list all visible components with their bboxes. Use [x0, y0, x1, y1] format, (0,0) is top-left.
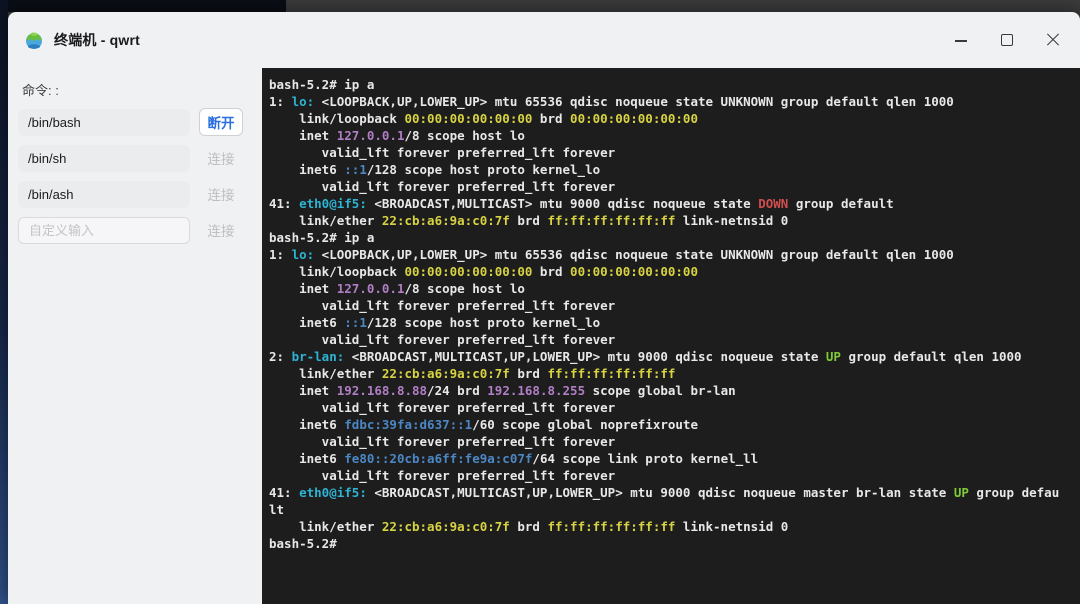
command-label: 命令: :: [22, 80, 248, 99]
terminal-line: inet 127.0.0.1/8 scope host lo: [269, 127, 1080, 144]
terminal-line: valid_lft forever preferred_lft forever: [269, 297, 1080, 314]
maximize-icon[interactable]: [1000, 33, 1014, 47]
terminal-output[interactable]: bash-5.2# ip a1: lo: <LOOPBACK,UP,LOWER_…: [262, 68, 1080, 604]
terminal-line: inet6 fe80::20cb:a6ff:fe9a:c07f/64 scope…: [269, 450, 1080, 467]
window-body: 命令: : /bin/bash 断开 /bin/sh 连接 /bin/ash 连…: [8, 68, 1080, 604]
close-icon[interactable]: [1046, 33, 1060, 47]
terminal-line: inet6 ::1/128 scope host proto kernel_lo: [269, 161, 1080, 178]
minimize-icon[interactable]: [954, 33, 968, 47]
window-title: 终端机 - qwrt: [54, 30, 140, 50]
desktop-wallpaper-edge: [0, 0, 8, 604]
desktop-background-strip: [0, 0, 286, 12]
shell-row-bash: /bin/bash 断开: [18, 108, 248, 136]
terminal-line: bash-5.2# ip a: [269, 229, 1080, 246]
custom-command-input[interactable]: [18, 217, 190, 244]
terminal-line: inet6 fdbc:39fa:d637::1/60 scope global …: [269, 416, 1080, 433]
terminal-line: valid_lft forever preferred_lft forever: [269, 178, 1080, 195]
terminal-line: inet6 ::1/128 scope host proto kernel_lo: [269, 314, 1080, 331]
terminal-line: link/ether 22:cb:a6:9a:c0:7f brd ff:ff:f…: [269, 365, 1080, 382]
terminal-line: link/ether 22:cb:a6:9a:c0:7f brd ff:ff:f…: [269, 518, 1080, 535]
terminal-line: link/loopback 00:00:00:00:00:00 brd 00:0…: [269, 110, 1080, 127]
sidebar: 命令: : /bin/bash 断开 /bin/sh 连接 /bin/ash 连…: [8, 68, 262, 604]
terminal-line: bash-5.2#: [269, 535, 1080, 552]
terminal-line: valid_lft forever preferred_lft forever: [269, 433, 1080, 450]
terminal-line: 1: lo: <LOOPBACK,UP,LOWER_UP> mtu 65536 …: [269, 93, 1080, 110]
connect-button-ash[interactable]: 连接: [199, 180, 243, 208]
terminal-line: valid_lft forever preferred_lft forever: [269, 467, 1080, 484]
terminal-line: inet 192.168.8.88/24 brd 192.168.8.255 s…: [269, 382, 1080, 399]
disconnect-button[interactable]: 断开: [199, 108, 243, 136]
shell-path-bash[interactable]: /bin/bash: [18, 109, 190, 136]
terminal-line: valid_lft forever preferred_lft forever: [269, 144, 1080, 161]
terminal-line: 41: eth0@if5: <BROADCAST,MULTICAST> mtu …: [269, 195, 1080, 212]
connect-button-custom[interactable]: 连接: [199, 216, 243, 244]
window-controls: [954, 33, 1060, 47]
terminal-line: valid_lft forever preferred_lft forever: [269, 331, 1080, 348]
shell-path-ash[interactable]: /bin/ash: [18, 181, 190, 208]
titlebar: 终端机 - qwrt: [8, 12, 1080, 68]
shell-row-sh: /bin/sh 连接: [18, 144, 248, 172]
terminal-window: 终端机 - qwrt 命令: : /bin/bash 断开 /bin/sh 连接…: [8, 12, 1080, 604]
terminal-line: inet 127.0.0.1/8 scope host lo: [269, 280, 1080, 297]
terminal-line: 2: br-lan: <BROADCAST,MULTICAST,UP,LOWER…: [269, 348, 1080, 365]
globe-terminal-icon: [24, 30, 44, 50]
terminal-line: valid_lft forever preferred_lft forever: [269, 399, 1080, 416]
connect-button-sh[interactable]: 连接: [199, 144, 243, 172]
shell-path-sh[interactable]: /bin/sh: [18, 145, 190, 172]
terminal-line: link/loopback 00:00:00:00:00:00 brd 00:0…: [269, 263, 1080, 280]
terminal-line: 1: lo: <LOOPBACK,UP,LOWER_UP> mtu 65536 …: [269, 246, 1080, 263]
shell-row-custom: 连接: [18, 216, 248, 244]
terminal-line: bash-5.2# ip a: [269, 76, 1080, 93]
terminal-line: lt: [269, 501, 1080, 518]
terminal-line: link/ether 22:cb:a6:9a:c0:7f brd ff:ff:f…: [269, 212, 1080, 229]
titlebar-left: 终端机 - qwrt: [24, 30, 140, 50]
shell-row-ash: /bin/ash 连接: [18, 180, 248, 208]
terminal-line: 41: eth0@if5: <BROADCAST,MULTICAST,UP,LO…: [269, 484, 1080, 501]
